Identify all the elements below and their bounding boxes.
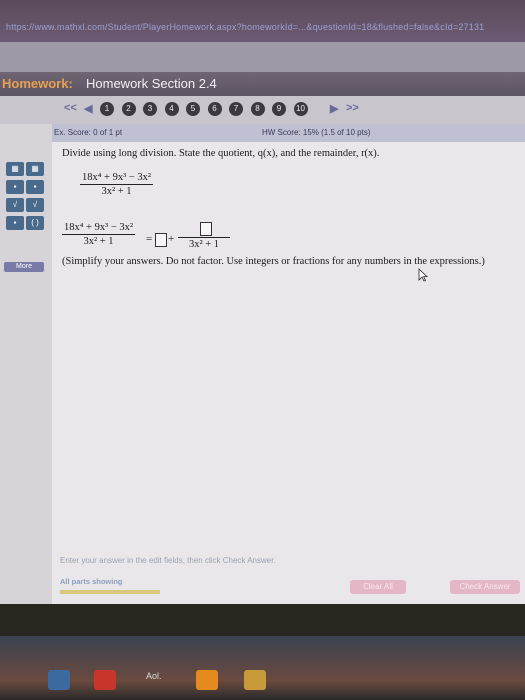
- parts-progress-bar: [60, 590, 160, 594]
- parts-showing-label: All parts showing: [60, 577, 123, 586]
- quotient-input[interactable]: [155, 233, 167, 247]
- subscript-tool-icon[interactable]: ▪: [26, 180, 44, 194]
- remainder-input[interactable]: [200, 222, 212, 236]
- next-question-button[interactable]: >>: [346, 102, 359, 114]
- answer-left-fraction: 18x⁴ + 9x³ − 3x² 3x² + 1: [62, 222, 136, 247]
- plus-sign: +: [168, 233, 175, 245]
- question-number-6[interactable]: 6: [207, 102, 222, 116]
- fraction-bar: [80, 184, 154, 185]
- equals-sign: =: [146, 233, 153, 245]
- chevron-right-icon[interactable]: ▶: [330, 102, 338, 115]
- browser-address-bar[interactable]: https://www.mathxl.com/Student/PlayerHom…: [0, 0, 525, 42]
- aol-task-label[interactable]: Aol.: [146, 671, 162, 681]
- answer-hint: Enter your answer in the edit fields, th…: [60, 556, 276, 565]
- mixed-number-tool-icon[interactable]: ▦: [26, 162, 44, 176]
- chevron-left-icon[interactable]: ◀: [84, 102, 92, 115]
- fraction-bar: [62, 234, 136, 235]
- given-expression: 18x⁴ + 9x³ − 3x² 3x² + 1: [80, 172, 154, 197]
- browser-toolbar: [0, 42, 525, 72]
- nth-root-tool-icon[interactable]: √: [26, 198, 44, 212]
- math-tools-sidebar: ▦ ▦ ▪ ▪ √ √ ▪ ( ) More: [0, 124, 52, 604]
- question-number-4[interactable]: 4: [164, 102, 179, 116]
- sqrt-tool-icon[interactable]: √: [6, 198, 24, 212]
- question-number-9[interactable]: 9: [272, 102, 286, 116]
- fraction-bar: [178, 237, 230, 238]
- check-answer-button[interactable]: Check Answer: [450, 580, 520, 594]
- chrome-task-icon[interactable]: [48, 670, 70, 690]
- homework-score: HW Score: 15% (1.5 of 10 pts): [262, 128, 371, 137]
- expression-denominator: 3x² + 1: [101, 186, 132, 197]
- question-nav: << ◀ 1 2 3 4 5 6 7 8 9 10 ▶ >>: [0, 96, 525, 124]
- fraction-tool-icon[interactable]: ▦: [6, 162, 24, 176]
- parentheses-tool-icon[interactable]: ( ): [26, 216, 44, 230]
- homework-label: Homework:: [2, 76, 73, 91]
- question-number-1[interactable]: 1: [100, 102, 114, 116]
- answer-numerator: 18x⁴ + 9x³ − 3x²: [64, 222, 134, 233]
- app-task-icon[interactable]: [94, 670, 116, 690]
- abs-value-tool-icon[interactable]: ▪: [6, 216, 24, 230]
- answer-denominator: 3x² + 1: [83, 236, 114, 247]
- mouse-cursor-icon: [418, 268, 428, 282]
- exponent-tool-icon[interactable]: ▪: [6, 180, 24, 194]
- screen: https://www.mathxl.com/Student/PlayerHom…: [0, 0, 525, 700]
- remainder-fraction: 3x² + 1: [178, 236, 230, 250]
- question-number-2[interactable]: 2: [121, 102, 136, 116]
- question-prompt: Divide using long division. State the qu…: [62, 148, 380, 159]
- homework-header: Homework: Homework Section 2.4: [0, 72, 525, 96]
- score-bar: Ex. Score: 0 of 1 pt HW Score: 15% (1.5 …: [52, 124, 525, 142]
- url-text[interactable]: https://www.mathxl.com/Student/PlayerHom…: [6, 22, 515, 32]
- question-number-3[interactable]: 3: [143, 102, 157, 116]
- more-tools-button[interactable]: More: [4, 262, 44, 272]
- remainder-denominator: 3x² + 1: [188, 239, 220, 250]
- question-number-7[interactable]: 7: [229, 102, 243, 116]
- calendar-task-icon[interactable]: [244, 670, 266, 690]
- prev-question-button[interactable]: <<: [64, 102, 77, 114]
- homework-section-title: Homework Section 2.4: [86, 76, 217, 91]
- expression-numerator: 18x⁴ + 9x³ − 3x²: [82, 172, 152, 183]
- question-number-8[interactable]: 8: [250, 102, 265, 116]
- aol-task-icon[interactable]: [196, 670, 218, 690]
- exercise-score: Ex. Score: 0 of 1 pt: [54, 128, 123, 137]
- question-number-5[interactable]: 5: [186, 102, 200, 116]
- taskbar: [0, 636, 525, 700]
- question-number-10[interactable]: 10: [293, 102, 308, 116]
- answer-instructions: (Simplify your answers. Do not factor. U…: [62, 256, 485, 267]
- clear-all-button[interactable]: Clear All: [350, 580, 406, 594]
